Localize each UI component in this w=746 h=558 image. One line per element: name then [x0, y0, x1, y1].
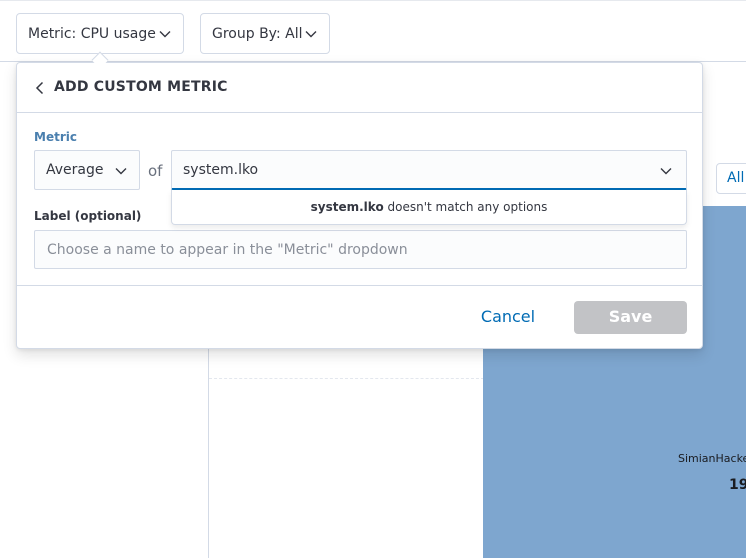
label-field-label: Label (optional)	[34, 209, 142, 223]
popover-header: ADD CUSTOM METRIC	[17, 63, 702, 113]
chevron-down-icon	[115, 168, 127, 175]
popover-footer-divider	[17, 285, 702, 286]
all-filter-button[interactable]: All	[716, 163, 746, 194]
metric-dropdown-label: Metric: CPU usage	[28, 25, 156, 42]
add-custom-metric-popover: ADD CUSTOM METRIC Metric Average of syst…	[16, 62, 703, 349]
save-button[interactable]: Save	[574, 301, 687, 334]
aggregation-select[interactable]: Average	[34, 150, 140, 190]
treemap-node-value: 19.	[729, 477, 746, 493]
chevron-left-icon[interactable]	[33, 80, 47, 96]
treemap-node-name: SimianHacke	[678, 452, 746, 465]
no-match-term: system.lko	[310, 200, 384, 214]
of-connector-text: of	[148, 162, 163, 180]
cancel-button[interactable]: Cancel	[471, 302, 545, 334]
no-match-message: system.lko doesn't match any options	[171, 190, 687, 225]
groupby-dropdown-label: Group By: All	[212, 25, 303, 42]
metric-dropdown-button[interactable]: Metric: CPU usage	[16, 13, 184, 54]
chevron-down-icon	[159, 31, 171, 38]
no-match-suffix: doesn't match any options	[383, 200, 548, 214]
toolbar: Metric: CPU usage Group By: All	[0, 0, 746, 62]
metric-field-label: Metric	[34, 130, 77, 144]
field-combobox-value: system.lko	[183, 162, 259, 178]
aggregation-value: Average	[46, 162, 104, 178]
label-input[interactable]	[34, 230, 687, 269]
all-filter-label: All	[727, 170, 745, 186]
field-combobox[interactable]: system.lko	[171, 150, 687, 190]
chevron-down-icon[interactable]	[658, 163, 674, 179]
groupby-dropdown-button[interactable]: Group By: All	[200, 13, 330, 54]
chevron-down-icon	[305, 31, 317, 38]
app-root: Metric: CPU usage Group By: All All Simi…	[0, 0, 746, 558]
chart-area-divider	[209, 378, 484, 558]
popover-title: ADD CUSTOM METRIC	[54, 79, 228, 95]
